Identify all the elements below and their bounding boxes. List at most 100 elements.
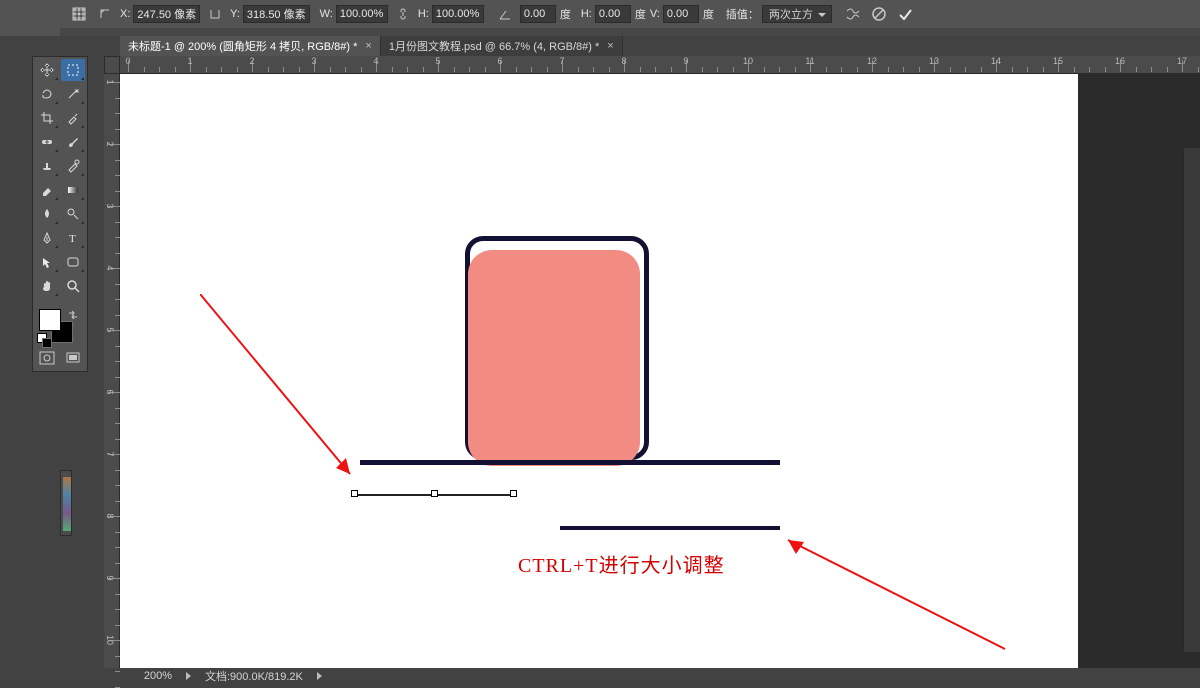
- ruler-number: 8: [105, 513, 115, 518]
- ruler-vertical[interactable]: 1 2 3 4 5 6 7 8 9 10: [104, 74, 120, 668]
- cancel-transform-icon[interactable]: [868, 4, 890, 24]
- annotation-arrow-2: [780, 534, 1010, 654]
- vertical-scrollbar[interactable]: [1183, 148, 1200, 652]
- ruler-number: 5: [105, 327, 115, 332]
- color-strip-icon: [63, 477, 71, 531]
- close-icon[interactable]: ×: [607, 40, 613, 52]
- y-position-input[interactable]: 318.50 像素: [243, 5, 310, 23]
- lasso-tool[interactable]: [35, 83, 59, 105]
- h-label: H:: [418, 8, 429, 20]
- move-tool[interactable]: [35, 59, 59, 81]
- brush-tool[interactable]: [61, 131, 85, 153]
- marquee-tool[interactable]: [61, 59, 85, 81]
- ruler-number: 6: [105, 389, 115, 394]
- vskew-input[interactable]: 0.00: [663, 5, 699, 23]
- transform-handle-middle[interactable]: [431, 490, 438, 497]
- annotation-arrow-1: [200, 294, 370, 494]
- ruler-number: 5: [435, 56, 440, 66]
- ruler-number: 1: [105, 79, 115, 84]
- path-selection-tool[interactable]: [35, 251, 59, 273]
- healing-brush-tool[interactable]: [35, 131, 59, 153]
- swap-colors-icon[interactable]: [67, 309, 79, 321]
- hskew-input[interactable]: 0.00: [595, 5, 631, 23]
- dodge-tool[interactable]: [61, 203, 85, 225]
- hskew-label: H:: [581, 8, 592, 20]
- ruler-corner[interactable]: [104, 56, 120, 74]
- x-label: X:: [120, 8, 130, 20]
- ruler-number: 3: [105, 203, 115, 208]
- document-canvas[interactable]: CTRL+T进行大小调整: [120, 74, 1078, 668]
- shape-tool[interactable]: [61, 251, 85, 273]
- transform-bounding-box[interactable]: [354, 490, 514, 500]
- interpolation-label: 插值：: [726, 6, 759, 22]
- ruler-number: 1: [187, 56, 192, 66]
- artwork-line-1: [360, 460, 780, 465]
- deg-label-1: 度: [560, 6, 571, 22]
- artwork-line-2: [560, 526, 780, 530]
- warp-mode-icon[interactable]: [842, 4, 864, 24]
- history-brush-tool[interactable]: [61, 155, 85, 177]
- default-colors-icon[interactable]: [39, 335, 49, 345]
- ruler-number: 0: [125, 56, 130, 66]
- zoom-level[interactable]: 200%: [128, 670, 172, 682]
- close-icon[interactable]: ×: [365, 40, 371, 52]
- foreground-color-swatch[interactable]: [39, 309, 61, 331]
- ruler-number: 12: [867, 56, 877, 66]
- ruler-number: 9: [683, 56, 688, 66]
- interpolation-dropdown[interactable]: 两次立方: [762, 5, 832, 23]
- deg-label-3: 度: [703, 6, 714, 22]
- app-left-strip: [0, 0, 60, 36]
- canvas-viewport: CTRL+T进行大小调整: [120, 74, 1200, 668]
- rotation-input[interactable]: 0.00: [520, 5, 556, 23]
- swap-xy-icon[interactable]: [204, 4, 226, 24]
- ruler-number: 17: [1177, 56, 1187, 66]
- screen-mode-icon[interactable]: [61, 347, 85, 369]
- ruler-number: 8: [621, 56, 626, 66]
- w-label: W:: [320, 8, 333, 20]
- ruler-number: 10: [105, 635, 115, 645]
- tab-gutter: [60, 36, 120, 56]
- document-tab-second[interactable]: 1月份图文教程.psd @ 66.7% (4, RGB/8#) * ×: [381, 36, 623, 56]
- relative-position-icon[interactable]: [94, 4, 116, 24]
- angle-icon: [494, 4, 516, 24]
- color-swatches[interactable]: [35, 307, 85, 345]
- ruler-number: 3: [311, 56, 316, 66]
- collapsed-panel-stub[interactable]: [60, 470, 72, 536]
- link-wh-icon[interactable]: [392, 4, 414, 24]
- width-input[interactable]: 100.00%: [336, 5, 388, 23]
- under-options-strip: [60, 28, 1200, 36]
- blur-tool[interactable]: [35, 203, 59, 225]
- pen-tool[interactable]: [35, 227, 59, 249]
- transform-handle-right[interactable]: [510, 490, 517, 497]
- ruler-horizontal[interactable]: 01234567891011121314151617: [120, 56, 1200, 74]
- ruler-number: 7: [559, 56, 564, 66]
- tool-palette: T: [32, 56, 88, 372]
- vskew-label: V:: [650, 8, 660, 20]
- height-input[interactable]: 100.00%: [432, 5, 484, 23]
- clone-stamp-tool[interactable]: [35, 155, 59, 177]
- transform-options-bar: X: 247.50 像素 Y: 318.50 像素 W: 100.00% H: …: [60, 0, 1200, 28]
- document-tab-active[interactable]: 未标题-1 @ 200% (圆角矩形 4 拷贝, RGB/8#) * ×: [120, 36, 381, 56]
- gradient-tool[interactable]: [61, 179, 85, 201]
- ruler-number: 4: [373, 56, 378, 66]
- crop-tool[interactable]: [35, 107, 59, 129]
- ruler-number: 9: [105, 575, 115, 580]
- chevron-right-icon[interactable]: [186, 672, 191, 680]
- chevron-right-icon[interactable]: [317, 672, 322, 680]
- reference-point-picker[interactable]: [68, 4, 90, 24]
- ruler-number: 7: [105, 451, 115, 456]
- interpolation-value: 两次立方: [769, 6, 813, 22]
- ruler-number: 13: [929, 56, 939, 66]
- quick-mask-icon[interactable]: [35, 347, 59, 369]
- zoom-tool[interactable]: [61, 275, 85, 297]
- x-position-input[interactable]: 247.50 像素: [133, 5, 200, 23]
- ruler-number: 2: [105, 141, 115, 146]
- commit-transform-icon[interactable]: [894, 4, 916, 24]
- eraser-tool[interactable]: [35, 179, 59, 201]
- type-tool[interactable]: T: [61, 227, 85, 249]
- magic-wand-tool[interactable]: [61, 83, 85, 105]
- ruler-number: 4: [105, 265, 115, 270]
- eyedropper-tool[interactable]: [61, 107, 85, 129]
- svg-text:T: T: [69, 233, 76, 245]
- hand-tool[interactable]: [35, 275, 59, 297]
